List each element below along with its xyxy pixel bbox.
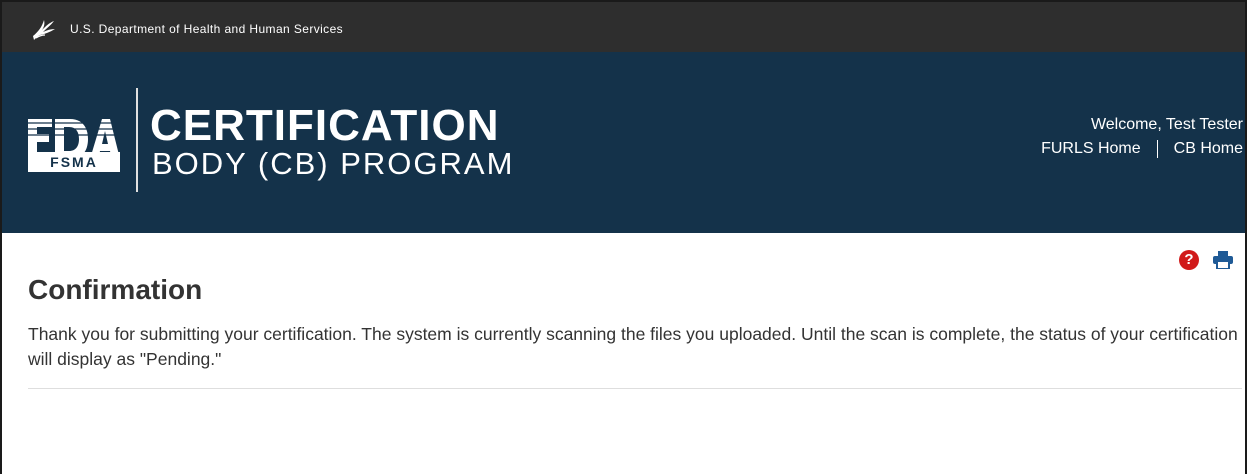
hhs-eagle-icon <box>30 14 58 42</box>
print-icon[interactable] <box>1213 251 1233 269</box>
banner-divider <box>136 88 138 192</box>
confirmation-message: Thank you for submitting your certificat… <box>28 324 1238 369</box>
page-tools: ? <box>1179 250 1233 270</box>
nav-separator <box>1156 140 1158 158</box>
fsma-label: FSMA <box>28 152 120 172</box>
program-subtitle: BODY (CB) PROGRAM <box>152 146 515 181</box>
cb-home-link[interactable]: CB Home <box>1174 140 1243 158</box>
content-divider <box>28 388 1242 389</box>
program-title: CERTIFICATION <box>150 101 500 150</box>
agency-name: U.S. Department of Health and Human Serv… <box>70 22 344 36</box>
page-frame: U.S. Department of Health and Human Serv… <box>0 0 1247 474</box>
page-title: Confirmation <box>28 274 203 305</box>
agency-bar: U.S. Department of Health and Human Serv… <box>2 2 1245 52</box>
welcome-message: Welcome, Test Tester <box>1090 116 1243 133</box>
help-icon[interactable]: ? <box>1179 250 1199 270</box>
header-nav: FURLS Home CB Home <box>1041 140 1243 158</box>
furls-home-link[interactable]: FURLS Home <box>1041 140 1141 158</box>
program-banner: FSMA CERTIFICATION BODY (CB) PROGRAM Wel… <box>2 52 1245 233</box>
